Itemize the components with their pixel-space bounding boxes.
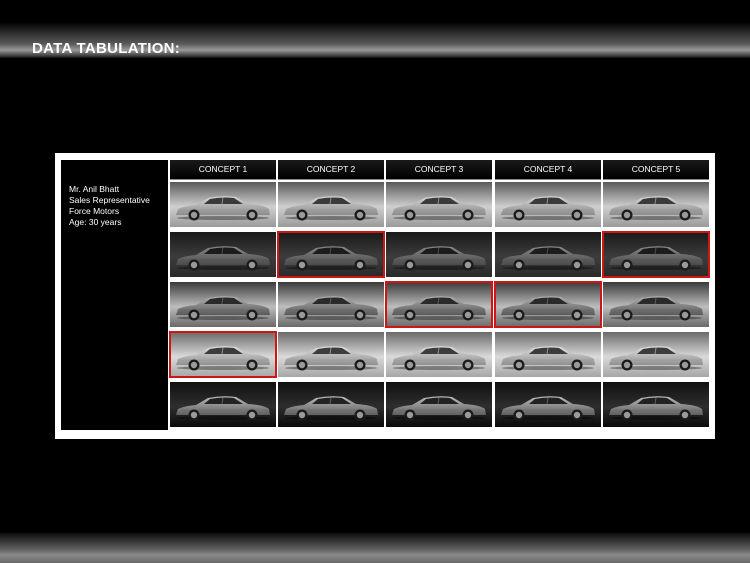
- car-image-r2-concept-3: [386, 232, 492, 277]
- car-icon: [603, 182, 709, 227]
- car-icon: [278, 332, 384, 377]
- car-icon: [386, 282, 492, 327]
- car-image-r2-concept-5-selected: [602, 231, 710, 278]
- car-icon: [170, 282, 276, 327]
- car-image-r1-concept-5: [603, 182, 709, 227]
- respondent-info: Mr. Anil Bhatt Sales Representative Forc…: [69, 184, 150, 228]
- car-icon: [278, 182, 384, 227]
- car-image-r3-concept-1: [170, 282, 276, 327]
- car-icon: [278, 382, 384, 427]
- car-image-r5-concept-5: [603, 382, 709, 427]
- car-icon: [603, 332, 709, 377]
- car-image-r4-concept-2: [278, 332, 384, 377]
- respondent-company: Force Motors: [69, 206, 120, 216]
- car-image-r1-concept-2: [278, 182, 384, 227]
- respondent-role: Sales Representative: [69, 195, 150, 205]
- car-image-r3-concept-4-selected: [494, 281, 602, 328]
- car-icon: [386, 232, 492, 277]
- car-image-r5-concept-1: [170, 382, 276, 427]
- car-icon: [603, 232, 709, 277]
- concept-1-header: CONCEPT 1: [170, 160, 276, 180]
- car-image-r1-concept-4: [495, 182, 601, 227]
- car-icon: [170, 382, 276, 427]
- car-image-r1-concept-1: [170, 182, 276, 227]
- respondent-panel: Mr. Anil Bhatt Sales Representative Forc…: [61, 160, 168, 430]
- car-image-r3-concept-5: [603, 282, 709, 327]
- car-icon: [603, 382, 709, 427]
- car-image-r4-concept-4: [495, 332, 601, 377]
- car-image-r4-concept-3: [386, 332, 492, 377]
- respondent-name: Mr. Anil Bhatt: [69, 184, 120, 194]
- car-image-r1-concept-3: [386, 182, 492, 227]
- car-image-r5-concept-3: [386, 382, 492, 427]
- car-icon: [278, 282, 384, 327]
- car-image-r4-concept-5: [603, 332, 709, 377]
- concept-3-header: CONCEPT 3: [386, 160, 492, 180]
- car-image-r5-concept-2: [278, 382, 384, 427]
- car-image-r3-concept-3-selected: [385, 281, 493, 328]
- car-icon: [170, 332, 276, 377]
- bottom-banner: [0, 533, 750, 563]
- concept-2-header: CONCEPT 2: [278, 160, 384, 180]
- respondent-age: Age: 30 years: [69, 217, 122, 227]
- car-icon: [170, 232, 276, 277]
- car-icon: [495, 332, 601, 377]
- page-title: DATA TABULATION:: [32, 40, 181, 57]
- car-image-r5-concept-4: [495, 382, 601, 427]
- car-image-r2-concept-2-selected: [277, 231, 385, 278]
- car-image-r3-concept-2: [278, 282, 384, 327]
- car-icon: [386, 382, 492, 427]
- concept-4-header: CONCEPT 4: [495, 160, 601, 180]
- car-icon: [495, 282, 601, 327]
- car-image-r4-concept-1-selected: [169, 331, 277, 378]
- car-icon: [278, 232, 384, 277]
- car-image-r2-concept-1: [170, 232, 276, 277]
- car-icon: [386, 182, 492, 227]
- car-icon: [495, 182, 601, 227]
- car-icon: [603, 282, 709, 327]
- car-icon: [170, 182, 276, 227]
- car-image-r2-concept-4: [495, 232, 601, 277]
- car-icon: [386, 332, 492, 377]
- car-icon: [495, 232, 601, 277]
- car-icon: [495, 382, 601, 427]
- concept-5-header: CONCEPT 5: [603, 160, 709, 180]
